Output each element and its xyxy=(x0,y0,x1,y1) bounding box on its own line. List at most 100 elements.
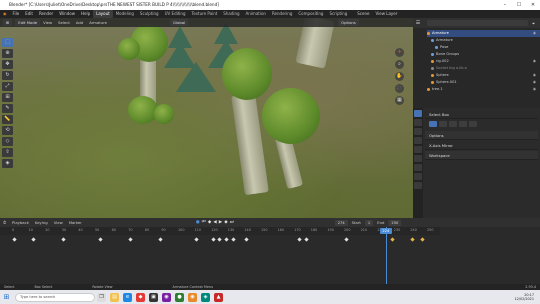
select-subtract-icon[interactable] xyxy=(449,121,457,127)
eye-icon[interactable]: ◉ xyxy=(533,30,536,37)
pan-hand-icon[interactable]: ✋ xyxy=(395,72,404,81)
keyframe-track[interactable] xyxy=(0,235,440,289)
modifier-tab-icon[interactable] xyxy=(414,173,422,180)
app-icon[interactable]: ▲ xyxy=(214,292,223,302)
object-tab-icon[interactable] xyxy=(414,164,422,171)
keyframe-marker[interactable] xyxy=(31,237,37,242)
menu-edit[interactable]: Edit xyxy=(22,10,36,18)
select-extend-icon[interactable] xyxy=(439,121,447,127)
roll-tool-icon[interactable]: ⟲ xyxy=(2,126,13,135)
outliner-item[interactable]: Sphere ◉ xyxy=(427,72,540,79)
keyframe-marker[interactable] xyxy=(410,237,415,242)
bone-envelope-tool-icon[interactable]: ◈ xyxy=(2,159,13,168)
viewport-menu-add[interactable]: Add xyxy=(73,18,86,27)
select-box-tool-icon[interactable]: ⬚ xyxy=(2,38,13,47)
outliner-item[interactable]: Bone Groups xyxy=(427,51,540,58)
menu-window[interactable]: Window xyxy=(56,10,78,18)
eye-icon[interactable]: ◉ xyxy=(533,58,536,65)
editor-type-button[interactable]: ⊞ xyxy=(3,19,13,26)
viewport-options-button[interactable]: Options xyxy=(338,19,359,26)
keyframe-marker[interactable] xyxy=(11,237,17,242)
playhead[interactable] xyxy=(385,227,387,289)
menu-file[interactable]: File xyxy=(10,10,23,18)
outliner-search-field[interactable] xyxy=(427,20,528,26)
x-axis-mirror-checkbox[interactable]: X-Axis Mirror xyxy=(425,141,538,150)
scene-tab-icon[interactable] xyxy=(414,146,422,153)
file-explorer-icon[interactable]: ▤ xyxy=(110,292,119,302)
3d-viewport[interactable]: ⊞ Edit Mode View Select Add Armature Glo… xyxy=(0,18,413,218)
filter-icon[interactable]: ⏷ xyxy=(532,21,540,26)
app-icon[interactable]: ◉ xyxy=(162,292,171,302)
blender-taskbar-icon[interactable]: ◉ xyxy=(188,292,197,302)
keyframe-marker[interactable] xyxy=(343,237,349,242)
outliner-item[interactable]: Socket big a.lib.e xyxy=(427,65,540,72)
workspace-section-header[interactable]: Workspace xyxy=(425,151,538,160)
outliner-item[interactable]: Armature ◉ xyxy=(427,30,540,37)
keyframe-marker[interactable] xyxy=(297,237,302,242)
app-icon[interactable]: ● xyxy=(175,292,184,302)
eye-icon[interactable]: ◉ xyxy=(533,86,536,93)
app-icon[interactable]: ▣ xyxy=(149,292,158,302)
measure-tool-icon[interactable]: 📏 xyxy=(2,115,13,124)
keyframe-marker[interactable] xyxy=(230,237,236,242)
tab-texture-paint[interactable]: Texture Paint xyxy=(188,10,220,18)
tab-rendering[interactable]: Rendering xyxy=(269,10,295,18)
menu-help[interactable]: Help xyxy=(78,10,93,18)
tab-compositing[interactable]: Compositing xyxy=(295,10,326,18)
tab-shading[interactable]: Shading xyxy=(220,10,242,18)
scene-selector[interactable]: Scene xyxy=(354,10,372,18)
camera-view-icon[interactable]: 🎥 xyxy=(395,84,404,93)
viewport-menu-armature[interactable]: Armature xyxy=(86,18,110,27)
windows-start-icon[interactable]: ⊞ xyxy=(2,293,11,302)
options-section-header[interactable]: Options xyxy=(425,131,538,140)
tab-sculpting[interactable]: Sculpting xyxy=(137,10,162,18)
edge-icon[interactable]: e xyxy=(123,292,132,302)
cursor-tool-icon[interactable]: ⊕ xyxy=(2,49,13,58)
tab-animation[interactable]: Animation xyxy=(243,10,269,18)
tab-layout[interactable]: Layout xyxy=(93,10,113,18)
outliner-item[interactable]: Sphere.001 ◉ xyxy=(427,79,540,86)
rotate-tool-icon[interactable]: ↻ xyxy=(2,71,13,80)
keyframe-marker[interactable] xyxy=(61,237,66,242)
keyframe-marker[interactable] xyxy=(244,237,249,242)
app-icon[interactable]: ◈ xyxy=(201,292,210,302)
keyframe-marker[interactable] xyxy=(194,237,199,242)
select-invert-icon[interactable] xyxy=(459,121,467,127)
scale-tool-icon[interactable]: ⤢ xyxy=(2,82,13,91)
transform-orientation-selector[interactable]: Global xyxy=(170,19,189,26)
annotate-tool-icon[interactable]: ✎ xyxy=(2,104,13,113)
outliner-item[interactable]: Armature xyxy=(427,37,540,44)
move-tool-icon[interactable]: ✥ xyxy=(2,60,13,69)
outliner-item[interactable]: Pose xyxy=(427,44,540,51)
render-tab-icon[interactable] xyxy=(414,119,422,126)
keyframe-marker[interactable] xyxy=(217,237,222,242)
world-tab-icon[interactable] xyxy=(414,155,422,162)
timeline-menu-marker[interactable]: Marker xyxy=(66,218,85,227)
keyframe-marker[interactable] xyxy=(211,237,216,242)
menu-render[interactable]: Render xyxy=(36,10,56,18)
keyframe-marker[interactable] xyxy=(128,237,133,242)
timeline-menu-view[interactable]: View xyxy=(51,218,66,227)
keyframe-marker[interactable] xyxy=(224,237,229,242)
perspective-grid-icon[interactable]: ▦ xyxy=(395,96,404,105)
eye-icon[interactable]: ◉ xyxy=(533,72,536,79)
current-frame-field[interactable]: 274 xyxy=(334,219,348,226)
data-tab-icon[interactable] xyxy=(414,182,422,189)
keyframe-marker[interactable] xyxy=(390,237,395,242)
end-frame-field[interactable]: 250 xyxy=(388,219,402,226)
eye-icon[interactable]: ◉ xyxy=(533,79,536,86)
keyframe-marker[interactable] xyxy=(157,237,163,242)
keyframe-marker[interactable] xyxy=(304,237,309,242)
output-tab-icon[interactable] xyxy=(414,128,422,135)
viewport-menu-view[interactable]: View xyxy=(40,18,55,27)
maximize-button[interactable]: ☐ xyxy=(512,0,526,10)
task-view-icon[interactable]: ❐ xyxy=(97,292,106,302)
outliner-editor-icon[interactable]: ☰ xyxy=(413,20,423,26)
tool-tab-icon[interactable] xyxy=(414,110,422,117)
timeline-editor[interactable]: ⏱ Playback Keying View Marker ● ⏮ ◆ ◀ ▶ … xyxy=(0,218,540,289)
keyframe-marker[interactable] xyxy=(420,237,425,242)
select-new-icon[interactable] xyxy=(429,121,437,127)
view-layer-selector[interactable]: View Layer xyxy=(372,10,400,18)
tab-scripting[interactable]: Scripting xyxy=(326,10,350,18)
bone-size-tool-icon[interactable]: ◇ xyxy=(2,137,13,146)
